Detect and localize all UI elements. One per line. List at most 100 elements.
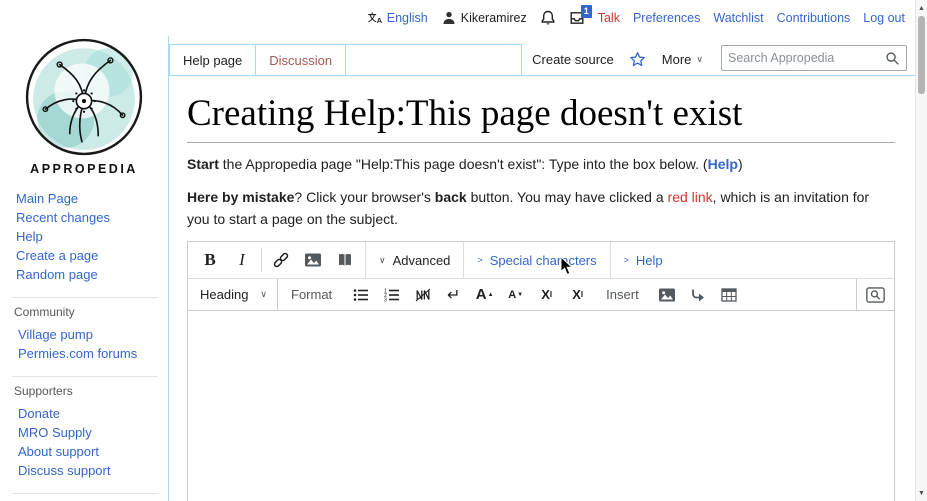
bold-button[interactable]: B [194,242,226,278]
heading-dropdown[interactable]: Heading ∨ [188,279,278,310]
sidebar-section-areas: Areas [12,493,158,501]
link-button[interactable] [265,242,297,278]
more-dropdown[interactable]: More ∨ [652,44,713,75]
sidebar-section-community: Community Village pump Permies.com forum… [12,297,158,363]
sidebar-item-donate[interactable]: Donate [18,406,60,421]
sidebar-item-permies-forums[interactable]: Permies.com forums [18,346,137,361]
help-link[interactable]: Help [708,156,738,172]
big-text-label: A [476,286,487,303]
down-triangle-icon: ▼ [517,292,523,298]
bullet-list-button[interactable] [345,279,376,310]
book-icon [337,252,353,268]
sidebar-item-help[interactable]: Help [16,229,43,244]
special-characters-toggle[interactable]: > Special characters [463,242,609,278]
image-icon [304,252,322,268]
table-button[interactable] [714,279,745,310]
personal-toolbar: A English Kikeramirez 1 Talk Prefere [0,0,915,36]
toolbar-separator [261,248,262,272]
mistake-paragraph: Here by mistake? Click your browser's ba… [187,187,895,230]
sidebar-item-mro-supply[interactable]: MRO Supply [18,425,92,440]
reference-button[interactable] [329,242,361,278]
superscript-base: X [541,287,550,302]
small-text-button[interactable]: A ▼ [500,279,531,310]
logout-link[interactable]: Log out [863,11,905,25]
bell-icon [540,10,556,26]
big-text-button[interactable]: A ▲ [469,279,500,310]
notices-button[interactable]: 1 [569,10,585,26]
insert-image-button[interactable] [652,279,683,310]
subscript-base: X [572,287,581,302]
help-toggle[interactable]: > Help [610,242,676,278]
superscript-button[interactable]: XI [531,279,562,310]
talk-link[interactable]: Talk [598,11,620,25]
no-wiki-icon [415,288,431,302]
appropedia-wiki-page: A English Kikeramirez 1 Talk Prefere [0,0,927,501]
down-triangle-icon: ▼ [918,490,925,497]
intro-bold-start: Start [187,156,219,172]
scroll-up-button[interactable]: ▲ [916,1,927,15]
redirect-button[interactable] [683,279,714,310]
sidebar-item-about-support[interactable]: About support [18,444,99,459]
chevron-down-icon: ∨ [260,289,267,300]
heading-dropdown-label: Heading [200,287,248,302]
intro-text: the Appropedia page "Help:This page does… [219,156,708,172]
mistake-text-1: ? Click your browser's [294,189,434,205]
scroll-thumb[interactable] [918,16,925,94]
scrollbar[interactable]: ▲ ▼ [915,0,927,501]
search-input[interactable] [728,51,885,65]
preferences-link[interactable]: Preferences [633,11,700,25]
numbered-list-button[interactable]: 1 2 3 [376,279,407,310]
language-icon: A [367,10,383,26]
sidebar-item-village-pump[interactable]: Village pump [18,327,93,342]
notification-badge: 1 [581,5,592,18]
watch-star-button[interactable] [624,44,652,75]
tab-help-page-label: Help page [183,53,242,68]
subscript-button[interactable]: XI [562,279,593,310]
edit-textarea[interactable] [188,311,894,501]
sidebar-item-main-page[interactable]: Main Page [16,191,78,206]
search-icon[interactable] [885,51,900,66]
contributions-link[interactable]: Contributions [777,11,851,25]
tab-bar: Help page Discussion Create source More … [169,36,915,76]
image-button[interactable] [297,242,329,278]
tab-create-source[interactable]: Create source [522,44,624,75]
user-page-link[interactable]: Kikeramirez [441,10,527,26]
site-logo[interactable]: APPROPEDIA [0,36,168,176]
format-label: Format [278,287,345,302]
sidebar-item-discuss-support[interactable]: Discuss support [18,463,110,478]
appropedia-logo-icon [22,36,146,158]
italic-button[interactable]: I [226,242,258,278]
help-section-label: Help [636,253,663,268]
scroll-down-button[interactable]: ▼ [916,486,927,500]
advanced-toggle[interactable]: ∨ Advanced [365,242,463,278]
link-icon [272,251,290,269]
red-link[interactable]: red link [668,189,713,205]
username: Kikeramirez [461,11,527,25]
tab-help-page[interactable]: Help page [169,44,255,75]
small-text-label: A [508,289,516,301]
bullet-list-icon [353,288,369,302]
newline-button[interactable]: ↵ [438,279,469,310]
intro-text-close: ) [738,156,743,172]
sidebar-nav: Main Page Recent changes Help Create a p… [16,189,168,284]
tab-bar-right: Create source More ∨ [522,44,907,75]
subscript-mark: I [581,290,583,299]
sidebar-item-random-page[interactable]: Random page [16,267,98,282]
sidebar: APPROPEDIA Main Page Recent changes Help… [0,36,168,501]
language-button[interactable]: A English [367,10,428,26]
sidebar-heading-community: Community [14,305,158,319]
sidebar-heading-supporters: Supporters [14,384,158,398]
back-bold: back [435,189,467,205]
sidebar-item-recent-changes[interactable]: Recent changes [16,210,110,225]
alerts-button[interactable] [540,10,556,26]
table-icon [721,288,737,302]
logo-wordmark: APPROPEDIA [0,162,168,176]
superscript-mark: I [550,290,552,299]
create-source-label: Create source [532,52,614,67]
sidebar-item-create-a-page[interactable]: Create a page [16,248,98,263]
search-replace-button[interactable] [856,279,894,310]
tab-discussion[interactable]: Discussion [255,44,345,75]
nowiki-button[interactable] [407,279,438,310]
page-title: Creating Help:This page doesn't exist [187,92,895,143]
watchlist-link[interactable]: Watchlist [713,11,763,25]
